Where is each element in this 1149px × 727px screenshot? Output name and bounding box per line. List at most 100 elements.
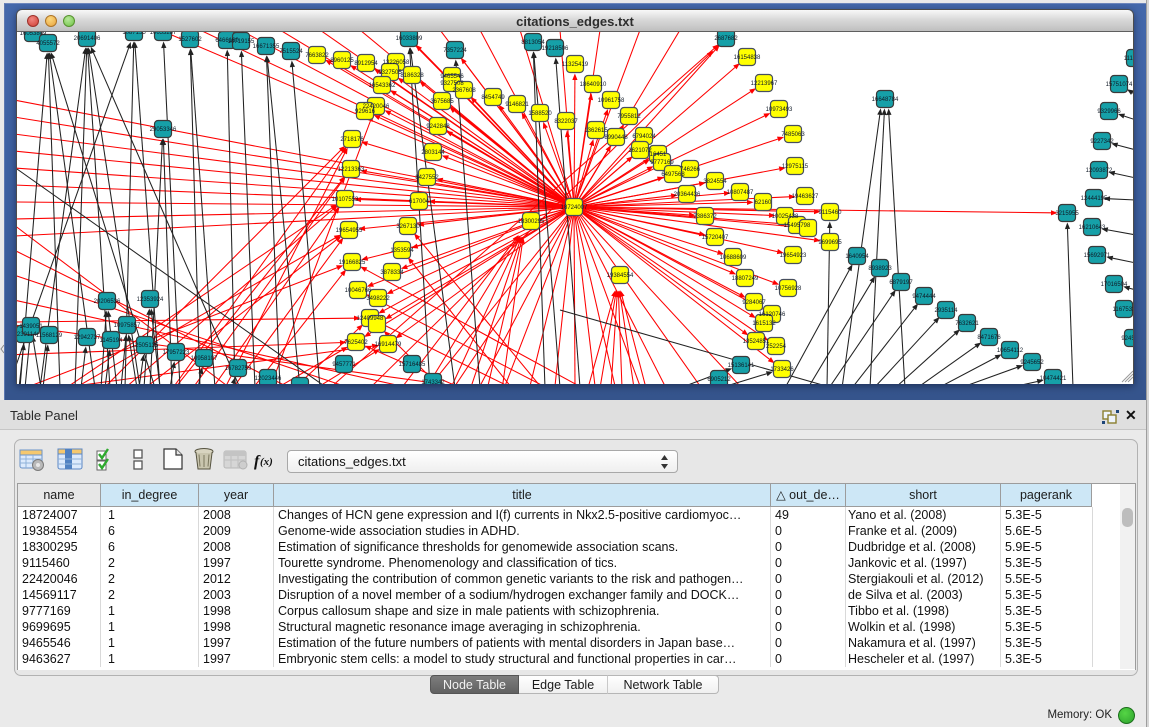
svg-text:10719155: 10719155	[228, 39, 255, 45]
svg-text:10958107: 10958107	[191, 356, 218, 362]
svg-text:20691406: 20691406	[74, 36, 101, 42]
svg-text:8471676: 8471676	[977, 335, 1001, 341]
svg-text:12444195: 12444195	[1081, 196, 1108, 202]
svg-text:1640954: 1640954	[845, 254, 869, 260]
svg-text:12213363: 12213363	[338, 167, 365, 173]
svg-text:16914479: 16914479	[375, 342, 402, 348]
svg-text:6497568: 6497568	[661, 172, 685, 178]
svg-text:1439051: 1439051	[19, 324, 43, 330]
svg-text:1145194: 1145194	[100, 338, 124, 344]
svg-text:16543362: 16543362	[369, 83, 396, 89]
svg-text:10975857: 10975857	[114, 323, 141, 329]
svg-text:20364436: 20364436	[674, 192, 701, 198]
svg-text:7632621: 7632621	[955, 321, 979, 327]
svg-text:16782759: 16782759	[225, 366, 252, 372]
svg-text:19654923: 19654923	[780, 253, 807, 259]
svg-text:8427552: 8427552	[415, 175, 439, 181]
svg-text:7357224: 7357224	[443, 48, 467, 54]
svg-text:7485063: 7485063	[781, 132, 805, 138]
svg-text:12093872: 12093872	[1086, 168, 1113, 174]
svg-text:18807249: 18807249	[732, 276, 759, 282]
svg-text:1588520: 1588520	[528, 111, 552, 117]
svg-text:62160: 62160	[755, 200, 772, 206]
svg-text:9329966: 9329966	[1097, 109, 1121, 115]
svg-text:8990448: 8990448	[604, 135, 628, 141]
svg-text:18640910: 18640910	[580, 82, 607, 88]
svg-text:16451: 16451	[650, 152, 667, 158]
svg-text:12505135: 12505135	[132, 343, 159, 349]
svg-text:3824554: 3824554	[703, 179, 727, 185]
svg-text:17957223: 17957223	[163, 350, 190, 356]
svg-text:9327505: 9327505	[378, 70, 402, 76]
svg-text:16053809: 16053809	[20, 32, 47, 37]
svg-text:15716485: 15716485	[399, 362, 426, 368]
svg-text:8938923: 8938923	[868, 266, 892, 272]
svg-text:3215955: 3215955	[1055, 211, 1079, 217]
svg-text:6905212: 6905212	[707, 377, 731, 383]
svg-text:9242848: 9242848	[426, 124, 450, 130]
svg-text:15692971: 15692971	[1084, 253, 1111, 259]
svg-text:16120746: 16120746	[759, 312, 786, 318]
svg-text:10025438: 10025438	[772, 214, 799, 220]
svg-text:12975115: 12975115	[782, 164, 809, 170]
svg-text:9474444: 9474444	[912, 294, 936, 300]
svg-text:19463627: 19463627	[792, 194, 819, 200]
svg-text:9699695: 9699695	[818, 240, 842, 246]
svg-text:8960125: 8960125	[330, 58, 354, 64]
svg-text:12023446: 12023446	[255, 376, 282, 382]
svg-text:2367608: 2367608	[452, 88, 476, 94]
svg-text:3878334: 3878334	[380, 270, 404, 276]
svg-text:9227342: 9227342	[1090, 139, 1114, 145]
svg-text:12353924: 12353924	[137, 297, 164, 303]
svg-text:13226058: 13226058	[383, 60, 410, 66]
svg-text:2718176: 2718176	[340, 137, 364, 143]
svg-text:1362615: 1362615	[584, 128, 608, 134]
svg-text:7955812: 7955812	[617, 114, 641, 120]
svg-text:6879197: 6879197	[889, 280, 913, 286]
svg-text:9777169: 9777169	[650, 160, 674, 166]
svg-text:1743342: 1743342	[421, 380, 445, 384]
svg-text:18724007: 18724007	[561, 205, 588, 211]
svg-text:15751074: 15751074	[1106, 82, 1133, 88]
svg-text:10961758: 10961758	[598, 98, 625, 104]
svg-text:8454749: 8454749	[481, 95, 505, 101]
svg-text:3498222: 3498222	[366, 296, 390, 302]
svg-text:20206536: 20206536	[94, 299, 121, 305]
svg-text:10107553: 10107553	[332, 197, 359, 203]
svg-text:12213967: 12213967	[751, 81, 778, 87]
svg-text:12409948: 12409948	[357, 316, 384, 322]
svg-text:1353594: 1353594	[390, 248, 414, 254]
svg-text:10474421: 10474421	[1040, 376, 1067, 382]
svg-text:18300295: 18300295	[518, 219, 545, 225]
svg-text:1733426: 1733426	[770, 367, 794, 373]
svg-text:1087155: 1087155	[122, 32, 146, 36]
svg-text:929616: 929616	[355, 109, 376, 115]
svg-text:9115460: 9115460	[819, 210, 843, 216]
svg-text:1239114: 1239114	[17, 332, 37, 338]
svg-text:7663822: 7663822	[305, 53, 329, 59]
svg-text:19166825: 19166825	[339, 260, 366, 266]
svg-text:3675685: 3675685	[430, 99, 454, 105]
svg-text:4055572: 4055572	[36, 41, 60, 47]
svg-text:9284067: 9284067	[742, 300, 766, 306]
svg-text:7625402: 7625402	[344, 340, 368, 346]
svg-text:1167533: 1167533	[1113, 307, 1133, 313]
svg-text:15495798: 15495798	[784, 223, 811, 229]
svg-text:11325419: 11325419	[562, 62, 589, 68]
svg-text:2687682: 2687682	[714, 36, 738, 42]
svg-text:16648784: 16648784	[872, 97, 899, 103]
svg-text:9457771: 9457771	[332, 362, 356, 368]
svg-text:19218506: 19218506	[542, 46, 569, 52]
svg-text:10654112: 10654112	[997, 348, 1024, 354]
svg-text:11568129: 11568129	[36, 333, 63, 339]
svg-text:15136141: 15136141	[728, 363, 755, 369]
svg-text:16154838: 16154838	[734, 55, 761, 61]
svg-text:10756928: 10756928	[775, 286, 802, 292]
svg-text:6794024: 6794024	[632, 134, 656, 140]
svg-text:10653287: 10653287	[150, 32, 177, 36]
svg-text:617004: 617004	[409, 199, 430, 205]
svg-text:1615132: 1615132	[752, 321, 776, 327]
svg-text:16210643: 16210643	[1079, 225, 1106, 231]
svg-text:10046766: 10046766	[345, 288, 372, 294]
svg-text:252254: 252254	[766, 344, 787, 350]
